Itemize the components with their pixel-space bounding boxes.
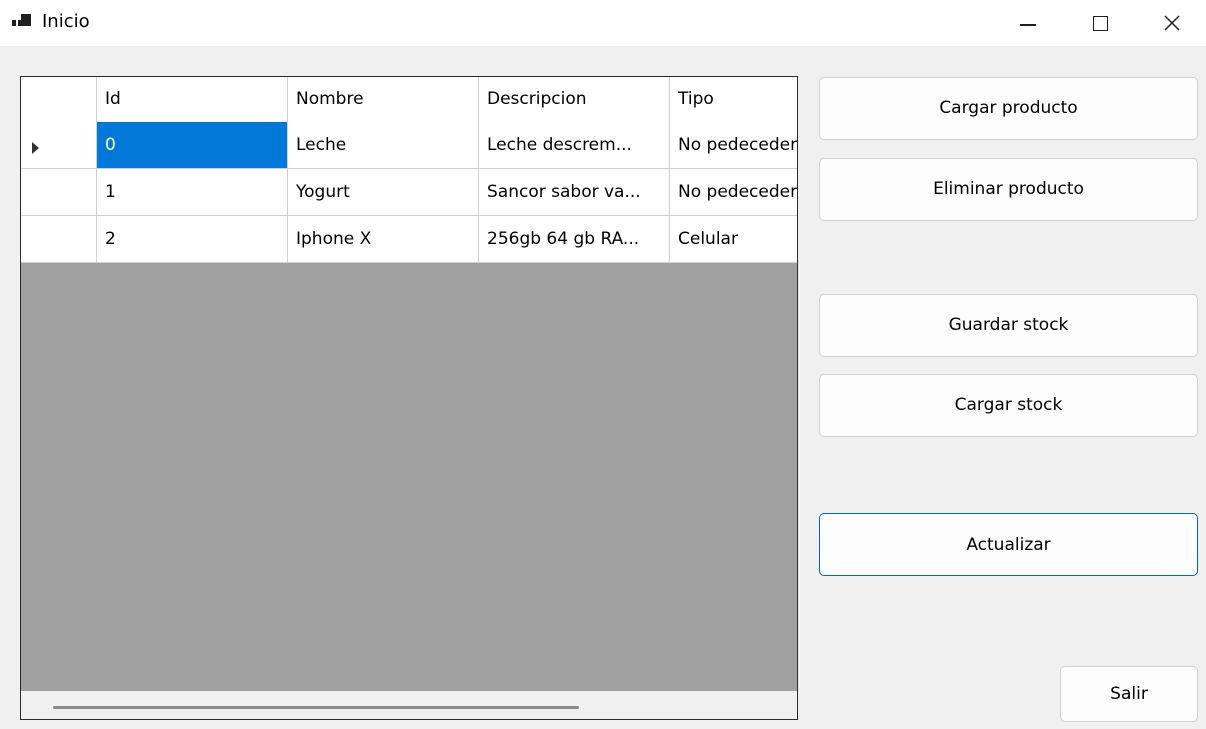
row-header[interactable]: [21, 169, 97, 216]
column-header-tipo[interactable]: Tipo: [670, 77, 797, 124]
cargar-producto-button[interactable]: Cargar producto: [819, 77, 1198, 140]
column-header-nombre[interactable]: Nombre: [288, 77, 479, 124]
minimize-icon: [1020, 24, 1036, 26]
horizontal-scrollbar-thumb[interactable]: [53, 706, 579, 709]
cell-descripcion[interactable]: Sancor sabor va...: [479, 169, 670, 216]
table-row[interactable]: 0 Leche Leche descrem... No pedecedero: [21, 122, 797, 169]
salir-button[interactable]: Salir: [1060, 666, 1198, 722]
cell-tipo[interactable]: No pedecedero: [670, 169, 797, 216]
window-title: Inicio: [42, 11, 90, 32]
cell-id[interactable]: 0: [97, 122, 288, 169]
cell-nombre[interactable]: Yogurt: [288, 169, 479, 216]
grid-header-row: Id Nombre Descripcion Tipo: [21, 77, 797, 124]
cell-tipo[interactable]: No pedecedero: [670, 122, 797, 169]
cell-tipo[interactable]: Celular: [670, 216, 797, 263]
title-bar: Inicio: [0, 0, 1206, 46]
minimize-button[interactable]: [998, 0, 1058, 46]
cell-id[interactable]: 1: [97, 169, 288, 216]
maximize-icon: [1092, 15, 1108, 31]
maximize-button[interactable]: [1070, 0, 1130, 46]
app-icon: [12, 14, 32, 30]
eliminar-producto-button[interactable]: Eliminar producto: [819, 158, 1198, 221]
row-header[interactable]: [21, 122, 97, 169]
cell-descripcion[interactable]: Leche descrem...: [479, 122, 670, 169]
close-icon: [1164, 15, 1180, 31]
actualizar-button[interactable]: Actualizar: [819, 513, 1198, 576]
column-header-descripcion[interactable]: Descripcion: [479, 77, 670, 124]
grid-corner-header[interactable]: [21, 77, 97, 124]
cell-nombre[interactable]: Leche: [288, 122, 479, 169]
cell-id[interactable]: 2: [97, 216, 288, 263]
current-row-indicator-icon: [32, 142, 39, 154]
cargar-stock-button[interactable]: Cargar stock: [819, 374, 1198, 437]
cell-descripcion[interactable]: 256gb 64 gb RA...: [479, 216, 670, 263]
column-header-id[interactable]: Id: [97, 77, 288, 124]
row-header[interactable]: [21, 216, 97, 263]
horizontal-scrollbar[interactable]: [21, 691, 797, 719]
close-button[interactable]: [1142, 0, 1202, 46]
table-row[interactable]: 1 Yogurt Sancor sabor va... No pedeceder…: [21, 169, 797, 216]
products-grid[interactable]: Id Nombre Descripcion Tipo 0 Leche Leche…: [20, 76, 798, 720]
cell-nombre[interactable]: Iphone X: [288, 216, 479, 263]
guardar-stock-button[interactable]: Guardar stock: [819, 294, 1198, 357]
table-row[interactable]: 2 Iphone X 256gb 64 gb RA... Celular: [21, 216, 797, 263]
